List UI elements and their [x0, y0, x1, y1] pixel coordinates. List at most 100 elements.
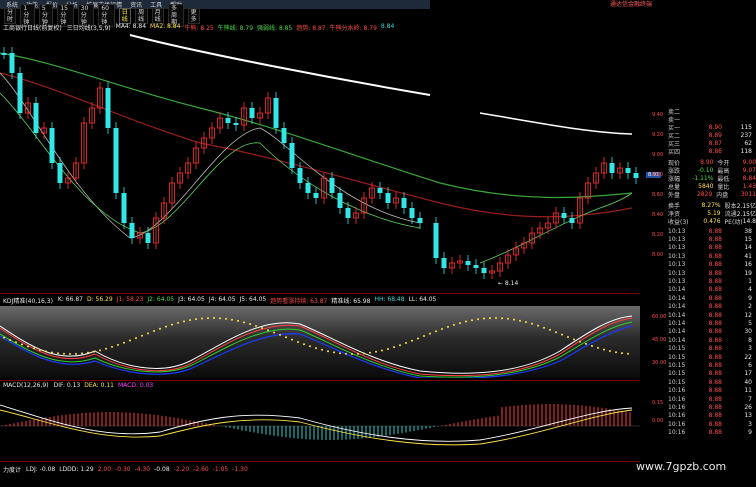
candle-body	[145, 233, 151, 243]
legend-value: D: 56.29	[86, 296, 113, 303]
candle-body	[129, 223, 135, 238]
kdj-dot	[219, 317, 221, 320]
kdj-dot	[75, 352, 77, 355]
candle-body	[337, 193, 343, 208]
kdj-dot	[495, 317, 497, 320]
kdj-dot	[129, 339, 131, 342]
stat-label-2: PE(动)	[724, 218, 743, 226]
candle-body	[113, 128, 119, 193]
kdj-dot	[189, 319, 191, 322]
tick-row: 10:13 8.88 19	[668, 269, 756, 277]
candle-body	[561, 213, 567, 218]
kdj-dot	[183, 320, 185, 323]
tick-time: 10:14	[668, 328, 686, 336]
tick-time: 10:13	[668, 236, 686, 244]
stat-value: 8.27%	[701, 201, 721, 209]
kdj-dot	[141, 334, 143, 337]
legend-value: DIF: 0.13	[53, 382, 81, 389]
tick-volume: 7	[748, 395, 752, 403]
order-price: 8.86	[708, 147, 722, 155]
candle-body	[625, 168, 631, 173]
tick-price: 8.88	[708, 403, 722, 411]
kdj-dot	[573, 338, 575, 341]
tick-volume: 8	[748, 336, 752, 344]
kdj-dot	[471, 319, 473, 322]
kdj-dot	[21, 343, 23, 346]
legend-value: -1.30	[232, 466, 248, 473]
candle-body	[297, 168, 303, 183]
order-price: 8.87	[708, 139, 722, 147]
candle-body	[57, 163, 63, 183]
tick-volume: 17	[744, 370, 752, 378]
kdj-dot	[501, 317, 503, 320]
tick-row: 10:14 8.88 12	[668, 311, 756, 319]
kdj-dot	[513, 318, 515, 321]
candle-body	[401, 198, 407, 208]
tick-row: 10:14 8.88 9	[668, 294, 756, 302]
legend-value: J5: 64.05	[239, 296, 267, 303]
tick-time: 10:16	[668, 395, 686, 403]
kdj-dot	[57, 352, 59, 355]
kdj-dot	[555, 331, 557, 334]
kdj-dot	[39, 348, 41, 351]
candle-body	[409, 208, 415, 218]
kdj-dot	[171, 323, 173, 326]
candle-body	[281, 128, 287, 143]
candle-body	[121, 193, 127, 223]
axis-tick-label: 8.40	[652, 212, 664, 218]
stat-value: 2829	[696, 190, 713, 198]
kdj-dot	[81, 352, 83, 355]
tick-price: 8.88	[708, 278, 722, 286]
candlestick-chart[interactable]: ← 8.14	[0, 33, 640, 291]
kdj-dot	[393, 346, 395, 349]
tick-volume: 3	[748, 345, 752, 353]
kdj-chart[interactable]	[0, 306, 640, 378]
kdj-dot	[297, 340, 299, 343]
candle-body	[17, 73, 23, 113]
kdj-dot	[285, 336, 287, 339]
kdj-dot	[225, 317, 227, 320]
tick-row: 10:15 8.88 3	[668, 344, 756, 352]
tick-time: 10:13	[668, 278, 686, 286]
macd-dif-line	[0, 404, 633, 442]
power-legend: 力度计 LDJ: -0.08 LDDD: 1.29 2.00 -0.30 -4.30 -0…	[0, 465, 248, 474]
kdj-dot	[435, 330, 437, 333]
power-name[interactable]: 力度计	[3, 465, 21, 474]
macd-chart[interactable]	[0, 390, 640, 460]
tick-volume: 9	[748, 294, 752, 302]
tick-price: 8.88	[708, 236, 722, 244]
tick-volume: 6	[748, 361, 752, 369]
kdj-dot	[111, 345, 113, 348]
order-book-row[interactable]: 买四 8.86 118	[668, 147, 756, 156]
tick-volume: 15	[744, 236, 752, 244]
axis-tick-label: 9.20	[652, 132, 664, 138]
tick-volume: 5	[748, 319, 752, 327]
kdj-dot	[567, 336, 569, 339]
kdj-dot	[375, 350, 377, 353]
candle-body	[9, 53, 15, 73]
stat-label: 外盘	[668, 191, 681, 199]
tick-price: 8.88	[708, 294, 722, 302]
tick-price: 8.88	[708, 261, 722, 269]
legend-value: -4.30	[134, 466, 151, 473]
tick-time: 10:16	[668, 387, 686, 395]
tick-row: 10:15 8.88 6	[668, 361, 756, 369]
kdj-name[interactable]: KDJ精准(40,16,3)	[3, 296, 53, 305]
tick-price: 8.88	[708, 378, 722, 386]
candle-body	[441, 258, 447, 268]
axis-tick-label: 0.15	[652, 400, 664, 406]
kdj-dot	[117, 343, 119, 346]
axis-tick-label: 9.00	[652, 152, 664, 158]
kdj-dot	[273, 331, 275, 334]
legend-value: 精准线: 65.98	[331, 298, 371, 305]
macd-name[interactable]: MACD(12,26,9)	[3, 382, 49, 389]
axis-tick-label: 45.00	[652, 337, 667, 343]
axis-tick-label: 8.80	[652, 172, 664, 178]
tick-volume: 19	[744, 269, 752, 277]
kdj-dot	[237, 319, 239, 322]
stat-value-2: 3011	[740, 190, 756, 198]
kdj-dot	[9, 338, 11, 341]
kdj-dot	[525, 321, 527, 324]
indicator-name[interactable]: 三日均线(3,5,9)	[67, 23, 111, 32]
tick-row: 10:16 8.88 3	[668, 420, 756, 428]
